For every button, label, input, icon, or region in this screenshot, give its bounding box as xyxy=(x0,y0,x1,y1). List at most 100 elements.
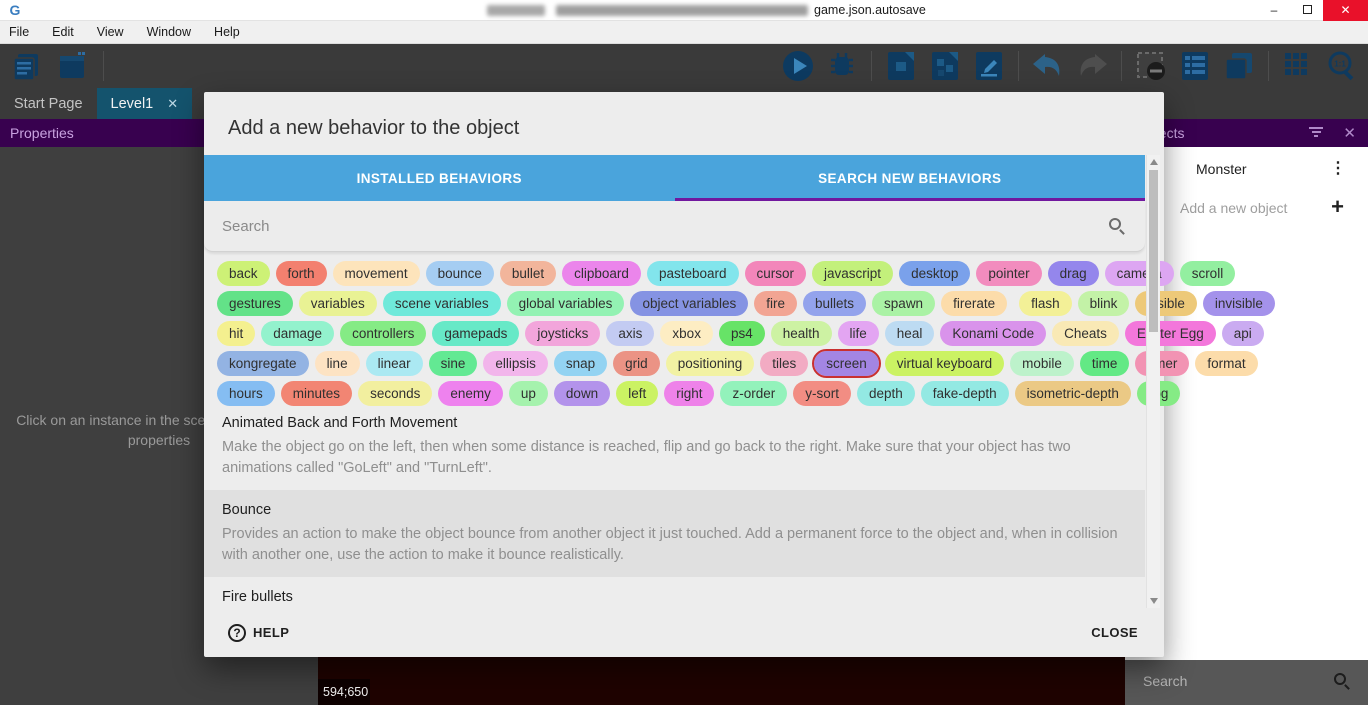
tag-chip-global-variables[interactable]: global variables xyxy=(507,291,625,316)
help-button[interactable]: ? HELP xyxy=(220,618,297,648)
maximize-button[interactable] xyxy=(1291,0,1323,21)
tag-chip-life[interactable]: life xyxy=(838,321,879,346)
tag-chip-screen[interactable]: screen xyxy=(814,351,879,376)
tag-chip-cheats[interactable]: Cheats xyxy=(1052,321,1119,346)
tag-chip-linear[interactable]: linear xyxy=(366,351,423,376)
tag-chip-back[interactable]: back xyxy=(217,261,270,286)
close-dialog-button[interactable]: CLOSE xyxy=(1081,616,1148,650)
grid-icon[interactable] xyxy=(1280,48,1316,84)
tag-chip-spawn[interactable]: spawn xyxy=(872,291,935,316)
close-tab-icon[interactable]: ✕ xyxy=(167,96,178,112)
tab-search-new-behaviors[interactable]: SEARCH NEW BEHAVIORS xyxy=(675,155,1146,201)
tag-chip-hit[interactable]: hit xyxy=(217,321,255,346)
tag-chip-health[interactable]: health xyxy=(771,321,832,346)
tag-chip-desktop[interactable]: desktop xyxy=(899,261,970,286)
object-menu-icon[interactable]: ⋮ xyxy=(1330,158,1346,178)
tag-chip-konami-code[interactable]: Konami Code xyxy=(940,321,1046,346)
tag-chip-variables[interactable]: variables xyxy=(299,291,377,316)
scroll-down-icon[interactable] xyxy=(1150,598,1158,604)
tag-chip-snap[interactable]: snap xyxy=(554,351,607,376)
tag-chip-controllers[interactable]: controllers xyxy=(340,321,426,346)
tag-chip-line[interactable]: line xyxy=(315,351,360,376)
tag-chip-ellipsis[interactable]: ellipsis xyxy=(483,351,548,376)
tag-chip-camera[interactable]: camera xyxy=(1105,261,1174,286)
tag-chip-bounce[interactable]: bounce xyxy=(426,261,494,286)
deselect-mask-icon[interactable] xyxy=(1133,48,1169,84)
tag-chip-kongregate[interactable]: kongregate xyxy=(217,351,309,376)
tag-chip-bullet[interactable]: bullet xyxy=(500,261,556,286)
menu-help[interactable]: Help xyxy=(214,25,240,39)
tag-chip-cursor[interactable]: cursor xyxy=(745,261,807,286)
tag-chip-heal[interactable]: heal xyxy=(885,321,935,346)
zoom-ratio-icon[interactable]: 1:1 xyxy=(1324,48,1360,84)
objects-search-bar[interactable]: Search xyxy=(1125,660,1368,705)
tab-level1[interactable]: Level1✕ xyxy=(97,88,193,119)
tab-installed-behaviors[interactable]: INSTALLED BEHAVIORS xyxy=(204,155,675,201)
dialog-scrollbar[interactable] xyxy=(1146,155,1160,608)
scrollbar-thumb[interactable] xyxy=(1149,170,1158,332)
tag-chip-xbox[interactable]: xbox xyxy=(660,321,713,346)
menu-window[interactable]: Window xyxy=(147,25,191,39)
tag-chip-pasteboard[interactable]: pasteboard xyxy=(647,261,739,286)
behavior-search-input[interactable] xyxy=(222,213,1082,239)
tag-chip-javascript[interactable]: javascript xyxy=(812,261,893,286)
tag-chip-clipboard[interactable]: clipboard xyxy=(562,261,641,286)
instances-list-icon[interactable] xyxy=(1177,48,1213,84)
menu-file[interactable]: File xyxy=(9,25,29,39)
behavior-entry[interactable]: Fire bulletsAllow the object to fire bul… xyxy=(204,577,1145,608)
play-icon[interactable] xyxy=(780,48,816,84)
tag-chip-gestures[interactable]: gestures xyxy=(217,291,293,316)
menu-edit[interactable]: Edit xyxy=(52,25,74,39)
tag-chip-sine[interactable]: sine xyxy=(429,351,478,376)
tag-chip-fire[interactable]: fire xyxy=(754,291,797,316)
menu-view[interactable]: View xyxy=(97,25,124,39)
tag-chip-visible[interactable]: visible xyxy=(1135,291,1197,316)
scroll-up-icon[interactable] xyxy=(1150,159,1158,165)
tag-chip-api[interactable]: api xyxy=(1222,321,1264,346)
tag-chip-drag[interactable]: drag xyxy=(1048,261,1099,286)
undo-icon[interactable] xyxy=(1030,48,1066,84)
tag-chip-time[interactable]: time xyxy=(1080,351,1130,376)
minimize-button[interactable]: – xyxy=(1258,0,1290,21)
behavior-entry[interactable]: Animated Back and Forth MovementMake the… xyxy=(204,403,1145,490)
window-title: game.json.autosave xyxy=(814,3,926,17)
pages-icon[interactable] xyxy=(8,48,44,84)
debug-icon[interactable] xyxy=(824,48,860,84)
tag-chip-grid[interactable]: grid xyxy=(613,351,660,376)
tab-start-page[interactable]: Start Page xyxy=(0,88,97,119)
tag-chip-ps4[interactable]: ps4 xyxy=(719,321,765,346)
tag-chip-axis[interactable]: axis xyxy=(606,321,654,346)
redo-icon[interactable] xyxy=(1074,48,1110,84)
tag-chip-damage[interactable]: damage xyxy=(261,321,334,346)
scene-canvas[interactable]: 594;650 xyxy=(318,657,1125,705)
tag-chip-scene-variables[interactable]: scene variables xyxy=(383,291,501,316)
new-group-icon[interactable] xyxy=(927,48,963,84)
tag-chip-joysticks[interactable]: joysticks xyxy=(525,321,600,346)
tag-chip-bullets[interactable]: bullets xyxy=(803,291,866,316)
close-window-button[interactable]: ✕ xyxy=(1323,0,1368,21)
tag-chip-firerate[interactable]: firerate xyxy=(941,291,1007,316)
tag-chip-easter-egg[interactable]: Easter Egg xyxy=(1125,321,1216,346)
tag-chip-forth[interactable]: forth xyxy=(276,261,327,286)
tag-chip-scroll[interactable]: scroll xyxy=(1180,261,1236,286)
tag-chip-format[interactable]: format xyxy=(1195,351,1257,376)
app-window-icon[interactable] xyxy=(54,48,90,84)
tag-chip-positioning[interactable]: positioning xyxy=(666,351,755,376)
tag-chip-gamepads[interactable]: gamepads xyxy=(432,321,519,346)
edit-scene-icon[interactable] xyxy=(971,48,1007,84)
filter-icon[interactable] xyxy=(1308,127,1324,139)
tag-chip-invisible[interactable]: invisible xyxy=(1203,291,1275,316)
tag-chip-blink[interactable]: blink xyxy=(1078,291,1130,316)
tag-chip-mobile[interactable]: mobile xyxy=(1010,351,1074,376)
tag-chip-virtual-keyboard[interactable]: virtual keyboard xyxy=(885,351,1004,376)
tag-chip-object-variables[interactable]: object variables xyxy=(630,291,748,316)
tag-chip-timer[interactable]: timer xyxy=(1135,351,1189,376)
tag-chip-pointer[interactable]: pointer xyxy=(976,261,1041,286)
behavior-entry[interactable]: BounceProvides an action to make the obj… xyxy=(204,490,1145,577)
new-object-icon[interactable] xyxy=(883,48,919,84)
close-panel-icon[interactable]: ✕ xyxy=(1343,124,1356,142)
tag-chip-tiles[interactable]: tiles xyxy=(760,351,808,376)
tag-chip-movement[interactable]: movement xyxy=(333,261,420,286)
tag-chip-flash[interactable]: flash xyxy=(1019,291,1072,316)
layers-icon[interactable] xyxy=(1221,48,1257,84)
